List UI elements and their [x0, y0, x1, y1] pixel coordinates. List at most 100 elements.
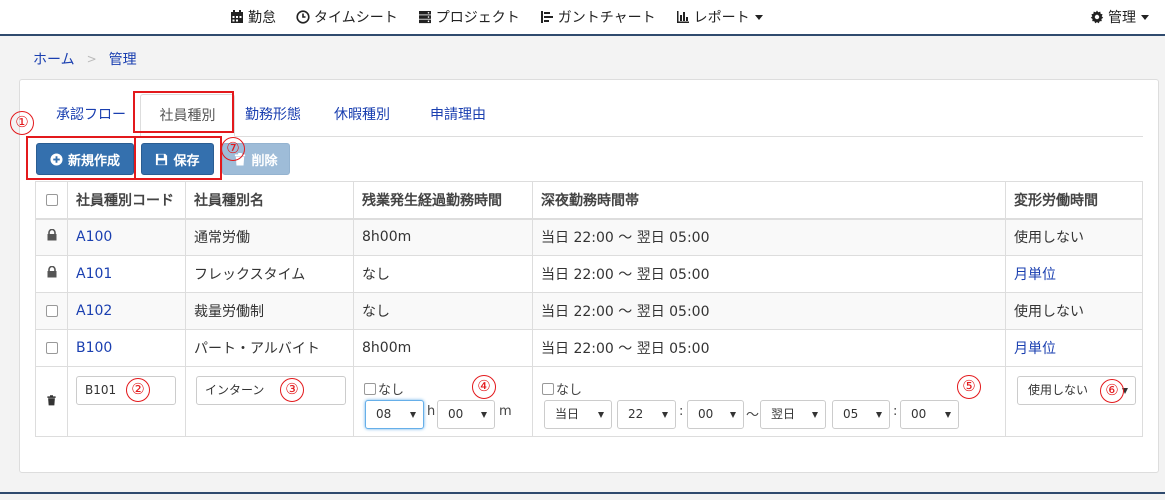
tab-approval-flow[interactable]: 承認フロー	[41, 94, 141, 137]
row-variable-link[interactable]: 月単位	[1014, 341, 1056, 357]
hours-unit: h	[427, 404, 436, 419]
chevron-down-icon	[481, 412, 487, 418]
night-none-checkbox[interactable]	[542, 382, 554, 395]
nav-admin[interactable]: 管理	[1090, 0, 1149, 34]
gear-icon	[1090, 10, 1104, 24]
row-night: 当日 22:00 〜 翌日 05:00	[532, 218, 1006, 256]
save-button[interactable]: 保存	[141, 143, 214, 175]
annotation-5: ⑤	[957, 375, 981, 399]
overtime-hours-value: 08	[376, 407, 392, 421]
breadcrumb-home[interactable]: ホーム	[33, 49, 75, 69]
row-name: 裁量労働制	[185, 292, 354, 330]
night-none-option[interactable]: なし	[542, 379, 582, 398]
row-code-link[interactable]: B100	[76, 340, 112, 356]
nav-attendance-label: 勤怠	[248, 10, 276, 26]
overtime-minutes-value: 00	[448, 407, 464, 421]
night-start-day-value: 当日	[555, 407, 580, 421]
row-lock-cell	[35, 255, 68, 293]
annotation-1: ①	[10, 111, 34, 135]
col-header-variable: 変形労働時間	[1005, 181, 1143, 220]
row-checkbox[interactable]	[45, 342, 58, 354]
row-lock-cell	[35, 218, 68, 256]
night-end-min-value: 00	[911, 407, 927, 421]
row-overtime: 8h00m	[353, 218, 533, 256]
nav-project-label: プロジェクト	[435, 10, 520, 26]
nav-attendance[interactable]: 勤怠	[230, 7, 276, 27]
save-button-label: 保存	[173, 153, 200, 169]
row-select-cell	[35, 292, 68, 330]
night-start-hour-select[interactable]: 22	[617, 400, 676, 429]
tab-leave-type[interactable]: 休暇種別	[320, 94, 404, 137]
col-header-name: 社員種別名	[185, 181, 354, 220]
trash-icon[interactable]	[47, 394, 56, 406]
variable-work-value: 使用しない	[1028, 383, 1089, 397]
clock-icon	[296, 10, 310, 24]
delete-button-label: 削除	[251, 153, 278, 169]
table-header-row: 社員種別コード 社員種別名 残業発生経過勤務時間 深夜勤務時間帯 変形労働時間	[35, 181, 1143, 220]
night-end-day-select[interactable]: 翌日	[760, 400, 826, 429]
minutes-unit: m	[499, 404, 512, 419]
night-end-hour-select[interactable]: 05	[832, 400, 890, 429]
overtime-none-label: なし	[378, 383, 405, 398]
overtime-hours-select[interactable]: 08	[365, 400, 424, 429]
top-navbar: 勤怠 タイムシート プロジェクト ガントチャート レポート 管理	[0, 0, 1165, 36]
chevron-down-icon	[945, 412, 951, 418]
new-button-label: 新規作成	[67, 153, 120, 169]
tab-employee-type[interactable]: 社員種別	[140, 94, 235, 137]
nav-timesheet[interactable]: タイムシート	[296, 7, 398, 27]
server-icon	[418, 11, 431, 24]
overtime-none-option[interactable]: なし	[364, 379, 404, 398]
annotation-4: ④	[472, 375, 496, 399]
tab-bar: 承認フロー 社員種別 勤務形態 休暇種別 申請理由	[35, 94, 1143, 137]
nav-admin-label: 管理	[1108, 10, 1136, 26]
overtime-minutes-select[interactable]: 00	[437, 400, 495, 429]
time-colon: :	[893, 404, 898, 419]
row-night: 当日 22:00 〜 翌日 05:00	[532, 255, 1006, 293]
nav-report-label: レポート	[693, 10, 750, 26]
name-input[interactable]: インターン	[196, 376, 346, 405]
row-variable-link[interactable]: 月単位	[1014, 267, 1056, 283]
overtime-none-checkbox[interactable]	[364, 382, 376, 395]
row-code-link[interactable]: A100	[76, 229, 112, 245]
time-range-tilde: 〜	[746, 408, 760, 423]
select-all-cell	[35, 181, 68, 220]
breadcrumb-current[interactable]: 管理	[109, 49, 137, 69]
select-all-checkbox[interactable]	[45, 193, 58, 206]
night-start-hour-value: 22	[628, 407, 644, 421]
row-select-cell	[35, 329, 68, 367]
night-end-min-select[interactable]: 00	[900, 400, 959, 429]
chevron-down-icon	[1141, 14, 1149, 20]
row-code-link[interactable]: A101	[76, 266, 112, 282]
chevron-down-icon	[754, 14, 763, 20]
row-variable: 使用しない	[1005, 218, 1143, 256]
table-row: A100 通常労働 8h00m 当日 22:00 〜 翌日 05:00 使用しな…	[35, 218, 1143, 256]
row-night: 当日 22:00 〜 翌日 05:00	[532, 329, 1006, 367]
floppy-disk-icon	[156, 153, 168, 165]
row-checkbox[interactable]	[45, 305, 58, 317]
night-start-day-select[interactable]: 当日	[544, 400, 612, 429]
main-menu: 勤怠 タイムシート プロジェクト ガントチャート レポート	[230, 0, 783, 34]
annotation-2: ②	[126, 378, 150, 402]
annotation-3: ③	[280, 378, 304, 402]
chevron-down-icon	[662, 412, 668, 418]
night-start-min-select[interactable]: 00	[687, 400, 744, 429]
chevron-down-icon	[410, 412, 416, 418]
footer-divider	[0, 492, 1165, 494]
night-none-label: なし	[556, 383, 583, 398]
table-row: B100 パート・アルバイト 8h00m 当日 22:00 〜 翌日 05:00…	[35, 329, 1143, 367]
row-code-link[interactable]: A102	[76, 303, 112, 319]
tab-request-reason[interactable]: 申請理由	[413, 94, 503, 137]
nav-project[interactable]: プロジェクト	[418, 7, 520, 27]
row-name: パート・アルバイト	[185, 329, 354, 367]
nav-gantt[interactable]: ガントチャート	[540, 7, 656, 27]
lock-icon	[47, 229, 56, 241]
row-overtime: 8h00m	[353, 329, 533, 367]
night-end-hour-value: 05	[843, 407, 859, 421]
nav-timesheet-label: タイムシート	[314, 10, 398, 26]
plus-circle-icon	[50, 152, 63, 166]
chevron-down-icon	[598, 412, 604, 418]
new-button[interactable]: 新規作成	[36, 143, 134, 175]
nav-report[interactable]: レポート	[676, 7, 763, 27]
tab-work-pattern[interactable]: 勤務形態	[235, 94, 311, 137]
bar-chart-icon	[676, 11, 689, 23]
